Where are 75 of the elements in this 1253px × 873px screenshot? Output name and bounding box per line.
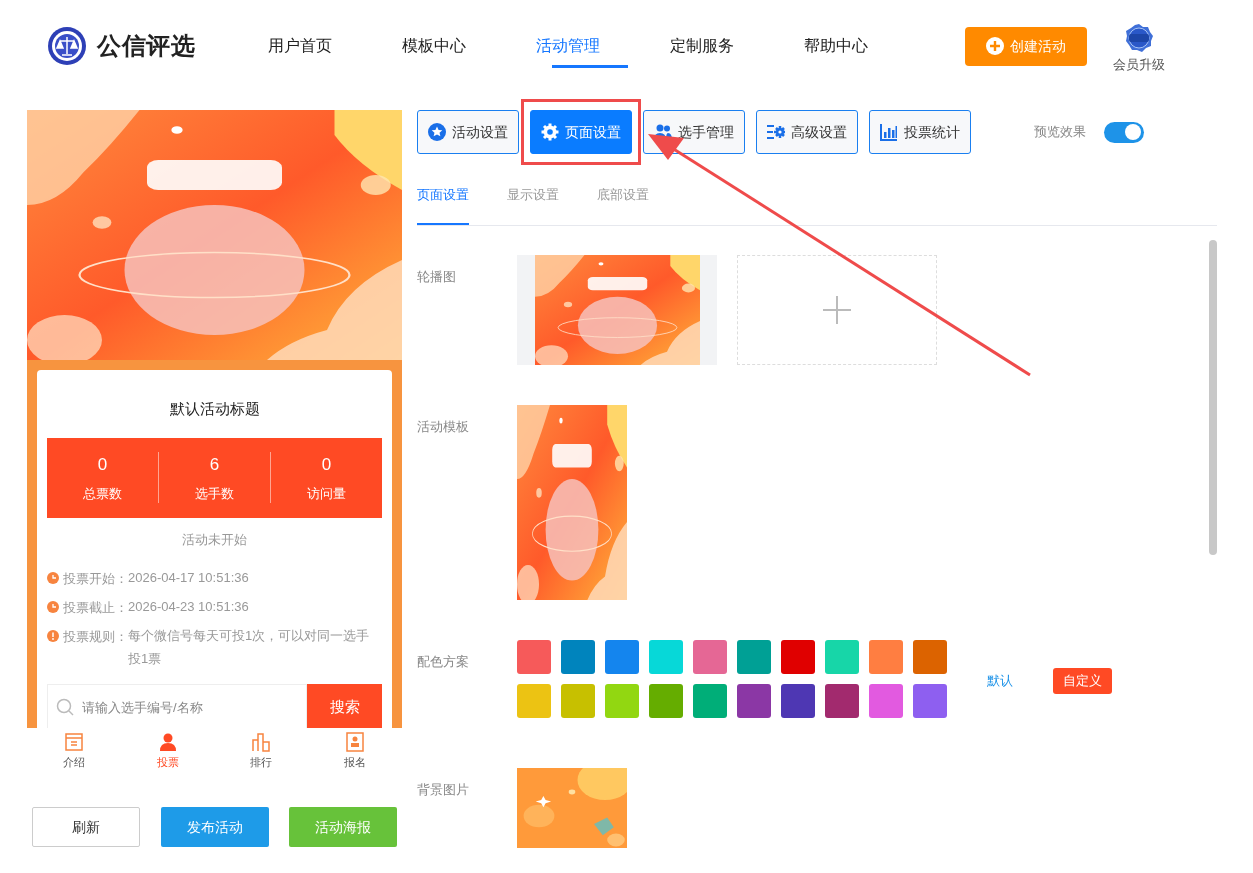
color-swatch[interactable] (825, 639, 859, 674)
stat-label: 选手数 (195, 484, 234, 503)
color-swatch[interactable] (781, 639, 815, 674)
toolbar-tab[interactable]: 投票统计 (869, 110, 971, 154)
upload-box[interactable] (737, 254, 937, 365)
badge-icon (345, 732, 366, 752)
nav-link[interactable]: 定制服务 (635, 0, 770, 92)
nav-link[interactable]: 用户首页 (233, 0, 368, 92)
setting-label: 背景图片 (417, 780, 470, 799)
vip-badge-icon (1124, 23, 1155, 54)
color-swatch[interactable] (869, 683, 903, 718)
toolbar-tab[interactable]: 选手管理 (643, 110, 745, 154)
bottom-nav-tab[interactable]: 投票 (120, 728, 215, 780)
action-button[interactable]: 刷新 (32, 807, 140, 847)
settings-sliders-icon (767, 123, 785, 141)
toolbar-tab[interactable]: 页面设置 (530, 110, 632, 154)
logo-text: 公信评选 (97, 31, 196, 61)
nav-link[interactable]: 活动管理 (501, 0, 636, 92)
bar-chart-icon (880, 123, 898, 141)
stat-value: 6 (209, 454, 220, 476)
setting-label: 配色方案 (417, 652, 470, 671)
color-swatch[interactable] (781, 683, 815, 718)
info-label: 投票规则： (63, 628, 128, 646)
scrollbar[interactable] (1209, 239, 1217, 555)
stat-value: 0 (97, 454, 108, 476)
setting-label: 轮播图 (417, 267, 457, 286)
color-swatch[interactable] (913, 683, 947, 718)
color-swatch[interactable] (561, 683, 595, 718)
person-icon (157, 732, 178, 752)
document-icon (63, 732, 84, 752)
color-swatch[interactable] (693, 683, 727, 718)
sub-tab[interactable]: 页面设置 (417, 185, 469, 225)
alert-icon (47, 630, 59, 642)
activity-title: 默认活动标题 (168, 399, 261, 419)
info-value: 2026-04-23 10:51:36 (128, 598, 249, 616)
color-swatch[interactable] (649, 683, 683, 718)
color-swatch[interactable] (737, 683, 771, 718)
preview-label: 预览效果 (1034, 123, 1086, 142)
plus-icon (986, 37, 1005, 55)
toolbar-tab[interactable]: 活动设置 (417, 110, 519, 154)
nav-link[interactable]: 模板中心 (367, 0, 502, 92)
color-swatch[interactable] (825, 683, 859, 718)
toolbar-tab[interactable]: 高级设置 (756, 110, 858, 154)
bottom-nav-tab[interactable]: 排行 (214, 728, 309, 780)
color-swatch[interactable] (649, 639, 683, 674)
nav-link[interactable]: 帮助中心 (769, 0, 904, 92)
color-swatch[interactable] (693, 639, 727, 674)
color-swatch[interactable] (517, 639, 551, 674)
info-label: 投票截止： (63, 599, 128, 617)
color-swatch[interactable] (517, 683, 551, 718)
preview-toggle[interactable] (1104, 121, 1144, 143)
logo-icon (47, 26, 87, 66)
vip-upgrade-link[interactable]: 会员升级 (1113, 55, 1166, 75)
chart-icon (251, 732, 272, 752)
stat-label: 总票数 (83, 484, 122, 503)
search-icon (56, 698, 74, 716)
info-label: 投票开始： (63, 570, 128, 588)
settings-icon (541, 123, 559, 141)
color-swatch[interactable] (605, 639, 639, 674)
stat-value: 0 (321, 454, 332, 476)
clock-icon (47, 601, 59, 613)
info-value: 2026-04-17 10:51:36 (128, 569, 249, 587)
clock-icon (47, 572, 59, 584)
bottom-nav-tab[interactable]: 报名 (308, 728, 402, 780)
stat-label: 访问量 (307, 484, 346, 503)
color-swatch[interactable] (605, 683, 639, 718)
color-swatch[interactable] (913, 639, 947, 674)
status-text: 活动未开始 (181, 530, 248, 549)
plus-icon (823, 295, 851, 324)
setting-label: 活动模板 (417, 417, 470, 436)
color-swatch[interactable] (869, 639, 903, 674)
bottom-nav-tab[interactable]: 介绍 (27, 728, 121, 780)
search-field[interactable]: 请输入选手编号/名称 (47, 684, 307, 728)
color-swatch[interactable] (737, 639, 771, 674)
color-swatch[interactable] (561, 639, 595, 674)
